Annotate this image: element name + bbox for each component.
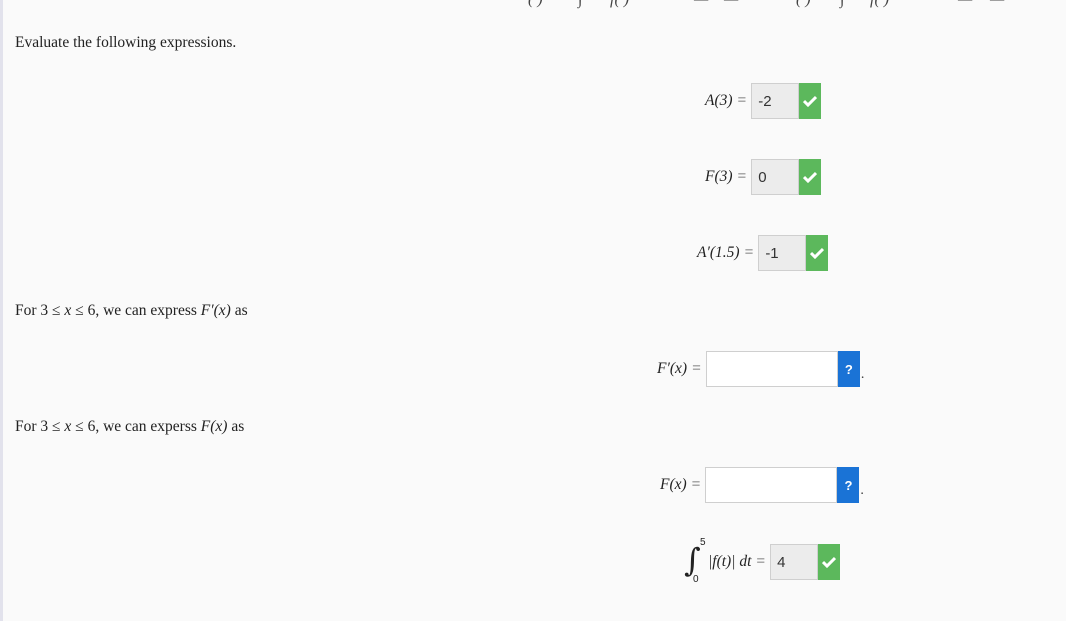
integral-sign: ∫ 5 0 [684, 537, 706, 585]
equals-sign: = [744, 244, 754, 261]
fprime-prompt: For 3 ≤ x ≤ 6, we can express F′(x) as [15, 302, 248, 319]
answer-field-a3[interactable]: -2 [751, 83, 800, 119]
correct-badge [818, 544, 841, 580]
integral-lower-limit: 0 [582, 0, 588, 3]
equals-sign: = [737, 92, 747, 109]
answer-field-f3[interactable]: 0 [751, 159, 800, 195]
equals-sign: = [691, 476, 701, 493]
question-mark-icon: ? [844, 477, 853, 493]
checkmark-icon [803, 95, 818, 107]
answer-row-integral: ∫ 5 0 |f(t)| dt = 4 [682, 537, 841, 585]
answer-field-fprime[interactable] [705, 351, 838, 387]
question-mark-icon: ? [844, 361, 853, 377]
left-border [0, 0, 3, 621]
integral-upper-limit: 5 [700, 537, 706, 548]
period: . [860, 483, 864, 498]
checkmark-icon [803, 171, 818, 183]
answer-row-aprime: A′(1.5) = -1 [697, 235, 829, 271]
answer-row-f3: F(3) = 0 [705, 159, 822, 195]
integral-lower-limit: 3 [844, 0, 850, 3]
answer-row-fprime: F′(x) = ? . [657, 351, 864, 387]
answer-field-integral[interactable]: 4 [770, 544, 819, 580]
correct-badge [799, 83, 822, 119]
integral-lower-limit: 0 [693, 574, 699, 585]
top-clipped-formula: ( ) ∫0 f( ) — — ( ) ∫3 f( ) — — [0, 0, 1066, 11]
checkmark-icon [822, 556, 837, 568]
equals-sign: = [756, 553, 766, 570]
equals-sign: = [737, 168, 747, 185]
correct-badge [806, 235, 829, 271]
expression-label: F′(x) [657, 360, 688, 377]
answer-row-f: F(x) = ? . [660, 467, 864, 503]
period: . [860, 367, 865, 382]
help-button[interactable]: ? [837, 467, 860, 503]
expression-label: A(3) [705, 92, 733, 109]
instruction-text: Evaluate the following expressions. [15, 34, 237, 51]
correct-badge [799, 159, 822, 195]
expression-label: A′(1.5) [697, 244, 740, 261]
expression-label: F(3) [705, 168, 733, 185]
checkmark-icon [810, 247, 825, 259]
expression-label: F(x) [660, 476, 687, 493]
equals-sign: = [692, 360, 701, 377]
f-prompt: For 3 ≤ x ≤ 6, we can experss F(x) as [15, 418, 245, 435]
integrand: |f(t)| dt [708, 553, 752, 570]
answer-field-f[interactable] [705, 467, 838, 503]
answer-row-a3: A(3) = -2 [705, 83, 822, 119]
help-button[interactable]: ? [837, 351, 860, 387]
answer-field-aprime[interactable]: -1 [758, 235, 807, 271]
